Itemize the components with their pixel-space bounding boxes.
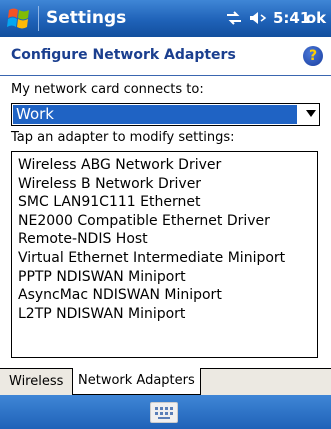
windows-start-icon[interactable] bbox=[6, 6, 34, 32]
connects-label: My network card connects to: bbox=[11, 82, 204, 97]
keyboard-icon[interactable] bbox=[150, 402, 178, 423]
page-header: Configure Network Adapters ? bbox=[0, 37, 331, 76]
adapter-list[interactable]: Wireless ABG Network Driver Wireless B N… bbox=[11, 151, 318, 358]
list-item[interactable]: AsyncMac NDISWAN Miniport bbox=[18, 286, 317, 305]
connectivity-icon[interactable] bbox=[225, 10, 243, 26]
title-bar: Settings 5:41 ok bbox=[0, 0, 331, 37]
list-item[interactable]: Virtual Ethernet Intermediate Miniport bbox=[18, 249, 317, 268]
app-title: Settings bbox=[46, 8, 127, 28]
dropdown-selected-value[interactable]: Work bbox=[13, 105, 297, 124]
chevron-down-icon[interactable] bbox=[306, 110, 316, 117]
list-item[interactable]: L2TP NDISWAN Miniport bbox=[18, 305, 317, 324]
help-icon[interactable]: ? bbox=[303, 46, 323, 66]
list-item[interactable]: NE2000 Compatible Ethernet Driver bbox=[18, 212, 317, 231]
tab-network-adapters[interactable]: Network Adapters bbox=[72, 368, 201, 395]
tab-bar: Wireless Network Adapters bbox=[0, 368, 331, 396]
list-item[interactable]: Wireless B Network Driver bbox=[18, 175, 317, 194]
list-item[interactable]: Remote-NDIS Host bbox=[18, 230, 317, 249]
list-item[interactable]: SMC LAN91C111 Ethernet bbox=[18, 193, 317, 212]
volume-icon[interactable] bbox=[248, 10, 268, 26]
title-separator bbox=[38, 6, 39, 31]
adapters-label: Tap an adapter to modify settings: bbox=[11, 130, 235, 145]
list-item[interactable]: Wireless ABG Network Driver bbox=[18, 156, 317, 175]
network-connects-dropdown[interactable]: Work bbox=[11, 103, 320, 126]
tab-wireless[interactable]: Wireless bbox=[4, 369, 68, 395]
page-title: Configure Network Adapters bbox=[11, 47, 236, 63]
list-item[interactable]: PPTP NDISWAN Miniport bbox=[18, 268, 317, 287]
ok-button[interactable]: ok bbox=[303, 6, 329, 31]
bottom-menu-bar bbox=[0, 395, 331, 429]
